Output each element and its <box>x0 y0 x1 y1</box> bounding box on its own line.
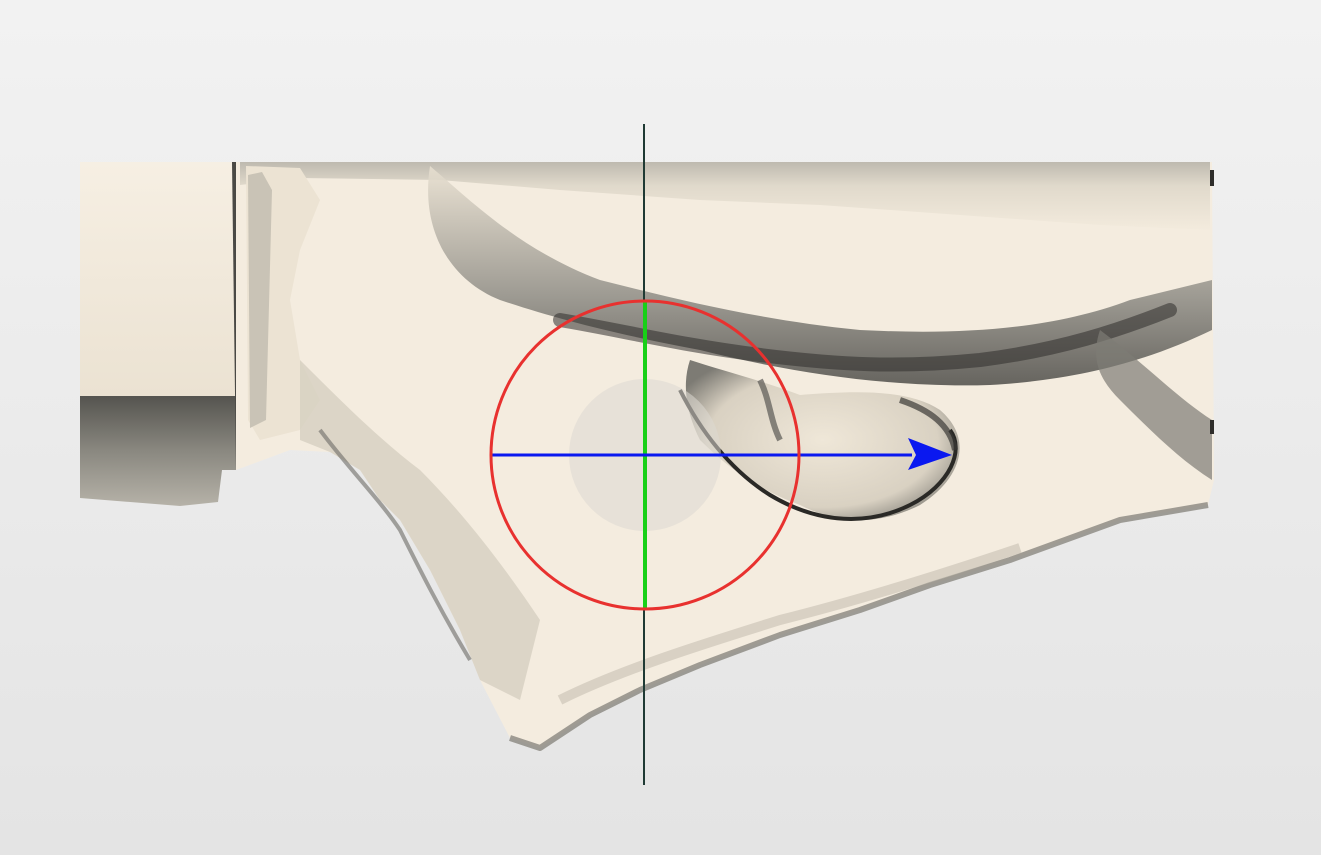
edge-mark <box>1210 420 1214 434</box>
scene-canvas[interactable] <box>0 0 1321 855</box>
model-left-block <box>80 162 250 506</box>
3d-viewport[interactable] <box>0 0 1321 855</box>
edge-mark <box>1210 170 1214 186</box>
